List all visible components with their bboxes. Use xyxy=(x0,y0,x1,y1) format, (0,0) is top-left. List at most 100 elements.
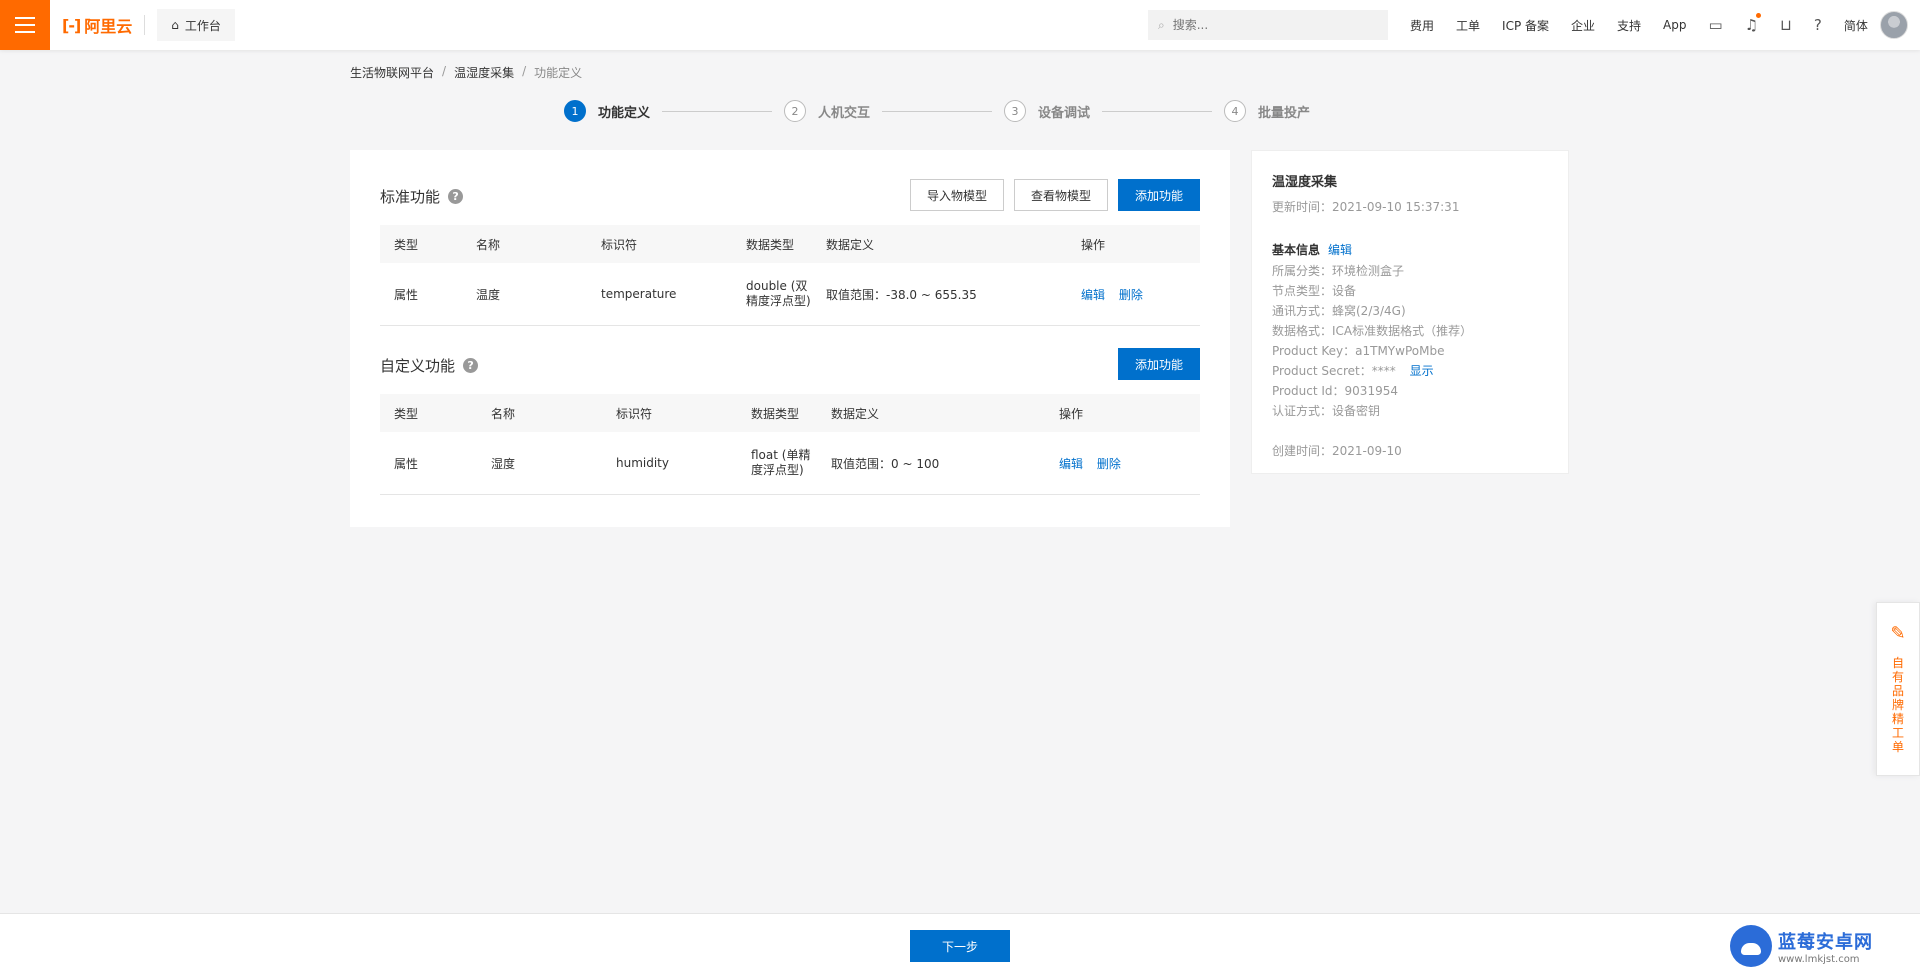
edit-basic-info-link[interactable]: 编辑 xyxy=(1328,241,1352,258)
cell-definition: 取值范围：-38.0 ~ 655.35 xyxy=(826,287,977,302)
feedback-float-tab[interactable]: ✎ 自有品牌精工单 xyxy=(1876,602,1920,776)
header-name: 名称 xyxy=(476,237,501,252)
breadcrumb-item[interactable]: 生活物联网平台 xyxy=(350,64,434,81)
cell-actions: 编辑 删除 xyxy=(1067,286,1187,303)
step-4[interactable]: 4 批量投产 xyxy=(1224,100,1310,122)
step-number: 4 xyxy=(1224,100,1247,122)
language-switch[interactable]: 简体 xyxy=(1844,17,1868,34)
help-icon[interactable]: ? xyxy=(463,358,479,373)
menu-icon-line xyxy=(15,24,35,26)
step-number: 2 xyxy=(784,100,807,122)
step-2[interactable]: 2 人机交互 xyxy=(784,100,870,122)
step-label: 设备调试 xyxy=(1038,105,1091,121)
breadcrumb-separator: / xyxy=(522,64,527,78)
function-definition-card: 标准功能 ? 导入物模型 查看物模型 添加功能 类型 名称 标识符 数据类型 数… xyxy=(350,150,1230,527)
info-product-key: Product Key：a1TMYwPoMbe xyxy=(1272,344,1445,358)
info-product-secret: Product Secret：**** 显示 xyxy=(1272,364,1548,378)
info-auth: 认证方式：设备密钥 xyxy=(1272,404,1381,418)
header-data-type: 数据类型 xyxy=(751,406,800,421)
header-definition: 数据定义 xyxy=(826,237,875,252)
bell-icon[interactable]: ♫ xyxy=(1745,13,1762,34)
section-title-text: 标准功能 xyxy=(380,188,441,206)
info-product-id: Product Id：9031954 xyxy=(1272,384,1398,398)
float-tab-label: 自有品牌精工单 xyxy=(1892,656,1905,754)
step-connector xyxy=(662,110,773,112)
basic-info-label: 基本信息 xyxy=(1272,243,1321,257)
edit-link[interactable]: 编辑 xyxy=(1059,457,1083,471)
table-row: 属性 温度 temperature double (双精度浮点型) 取值范围：-… xyxy=(380,263,1200,326)
bottom-action-bar: 下一步 xyxy=(0,913,1920,977)
add-standard-function-button[interactable]: 添加功能 xyxy=(1118,179,1200,211)
view-model-button[interactable]: 查看物模型 xyxy=(1014,179,1108,211)
menu-icon-line xyxy=(15,17,35,19)
help-icon[interactable]: ? xyxy=(448,189,464,204)
top-links: 费用 工单 ICP 备案 企业 支持 App ▭ ♫ ⊔ ? 简体 xyxy=(1410,0,1868,50)
help-circle-icon[interactable]: ? xyxy=(1814,16,1822,34)
step-label: 批量投产 xyxy=(1258,105,1311,121)
home-icon: ⌂ xyxy=(171,18,179,32)
breadcrumb-current: 功能定义 xyxy=(534,66,583,80)
info-network: 通讯方式：蜂窝(2/3/4G) xyxy=(1272,304,1406,318)
cell-name: 湿度 xyxy=(491,456,516,471)
header-actions: 操作 xyxy=(1059,406,1084,421)
step-label: 人机交互 xyxy=(818,105,871,121)
header-type: 类型 xyxy=(394,237,419,252)
breadcrumb-separator: / xyxy=(442,64,447,78)
link-support[interactable]: 支持 xyxy=(1617,17,1641,34)
link-fees[interactable]: 费用 xyxy=(1410,17,1434,34)
delete-link[interactable]: 删除 xyxy=(1097,457,1121,471)
delete-link[interactable]: 删除 xyxy=(1119,288,1143,302)
header-data-type: 数据类型 xyxy=(746,237,795,252)
cell-actions: 编辑 删除 xyxy=(1045,455,1165,472)
info-data-format: 数据格式：ICA标准数据格式（推荐） xyxy=(1272,324,1473,338)
info-category: 所属分类：环境检测盒子 xyxy=(1272,264,1405,278)
link-enterprise[interactable]: 企业 xyxy=(1571,17,1595,34)
wizard-steps: 1 功能定义 2 人机交互 3 设备调试 4 批量投产 xyxy=(564,100,1310,122)
edit-link[interactable]: 编辑 xyxy=(1081,288,1105,302)
hamburger-menu-button[interactable] xyxy=(0,0,50,50)
workbench-button[interactable]: ⌂ 工作台 xyxy=(157,9,235,41)
basic-info-heading: 基本信息 编辑 xyxy=(1272,241,1548,258)
table-row: 属性 湿度 humidity float (单精度浮点型) 取值范围：0 ~ 1… xyxy=(380,432,1200,495)
step-number: 1 xyxy=(564,100,586,122)
breadcrumb-item[interactable]: 温湿度采集 xyxy=(454,64,514,81)
breadcrumb: 生活物联网平台 / 温湿度采集 / 功能定义 xyxy=(350,64,582,81)
link-icp[interactable]: ICP 备案 xyxy=(1502,17,1549,34)
cell-type: 属性 xyxy=(394,287,419,302)
avatar[interactable] xyxy=(1880,11,1908,39)
cell-identifier: temperature xyxy=(601,287,677,301)
cell-data-type: float (单精度浮点型) xyxy=(751,448,811,477)
ticket-edit-icon: ✎ xyxy=(1890,623,1906,644)
cart-icon[interactable]: ⊔ xyxy=(1780,16,1792,34)
search-icon: ⌕ xyxy=(1158,17,1165,32)
watermark-name: 蓝莓安卓网 xyxy=(1778,931,1873,953)
global-search: ⌕ xyxy=(1148,10,1388,40)
show-secret-link[interactable]: 显示 xyxy=(1410,364,1434,378)
header-identifier: 标识符 xyxy=(616,406,653,421)
cell-identifier: humidity xyxy=(616,456,669,470)
table-header: 类型 名称 标识符 数据类型 数据定义 操作 xyxy=(380,394,1200,432)
watermark-text: 蓝莓安卓网 www.lmkjst.com xyxy=(1778,928,1873,965)
header-identifier: 标识符 xyxy=(601,237,638,252)
search-input[interactable] xyxy=(1172,18,1363,32)
cell-definition: 取值范围：0 ~ 100 xyxy=(831,456,940,471)
cell-type: 属性 xyxy=(394,456,419,471)
header-name: 名称 xyxy=(491,406,516,421)
link-tickets[interactable]: 工单 xyxy=(1456,17,1480,34)
step-connector xyxy=(1102,110,1213,112)
step-label: 功能定义 xyxy=(598,105,651,121)
next-step-button[interactable]: 下一步 xyxy=(910,930,1010,962)
import-model-button[interactable]: 导入物模型 xyxy=(910,179,1004,211)
aliyun-logo[interactable]: [-] 阿里云 xyxy=(62,13,132,37)
logo-text: 阿里云 xyxy=(84,17,133,36)
add-custom-function-button[interactable]: 添加功能 xyxy=(1118,348,1200,380)
updated-time: 更新时间：2021-09-10 15:37:31 xyxy=(1272,200,1460,214)
step-3[interactable]: 3 设备调试 xyxy=(1004,100,1090,122)
notification-dot xyxy=(1756,13,1762,18)
link-app[interactable]: App xyxy=(1663,18,1686,32)
terminal-icon[interactable]: ▭ xyxy=(1709,16,1723,34)
custom-functions-title: 自定义功能 ? xyxy=(380,355,479,376)
product-title: 温湿度采集 xyxy=(1272,175,1338,190)
step-1[interactable]: 1 功能定义 xyxy=(564,100,650,122)
standard-functions-table: 类型 名称 标识符 数据类型 数据定义 操作 属性 温度 temperature… xyxy=(380,225,1200,326)
